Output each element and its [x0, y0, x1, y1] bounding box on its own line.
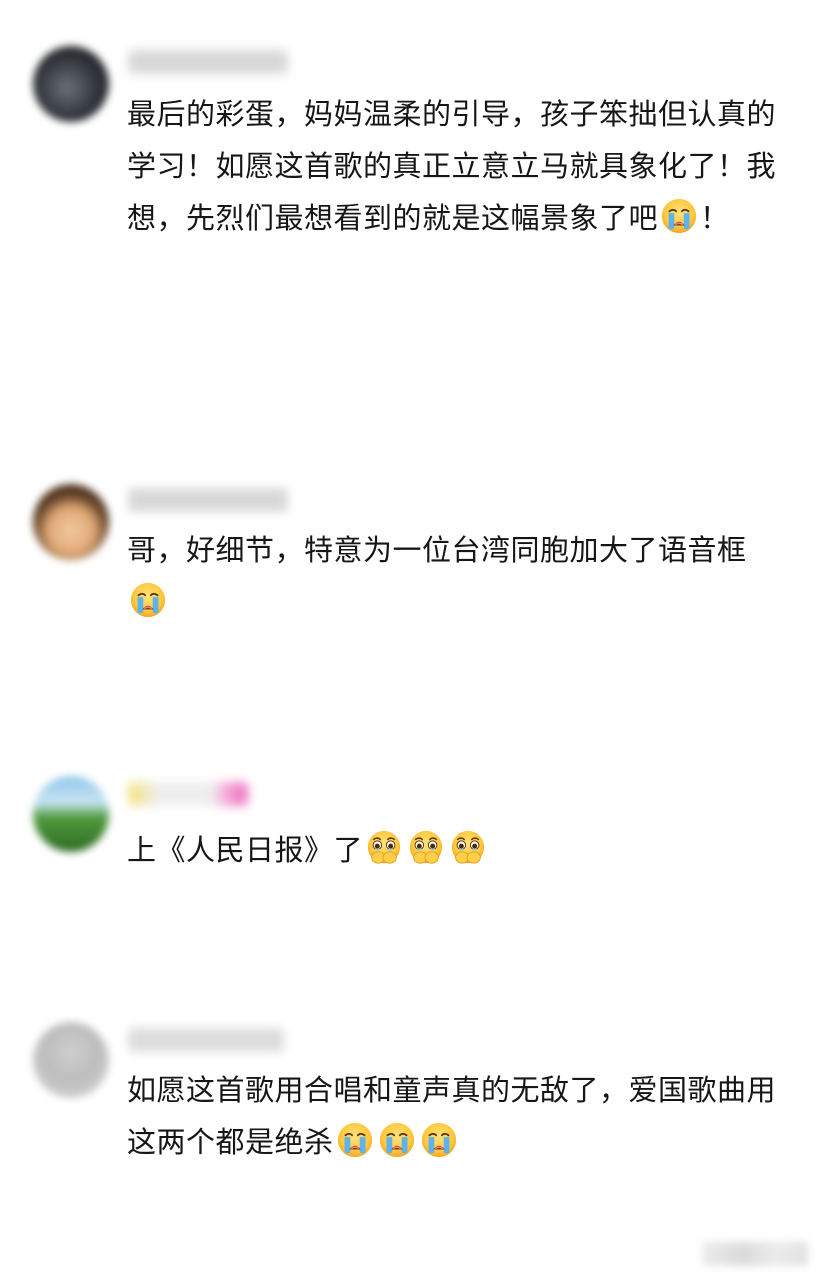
watermark	[702, 1242, 808, 1266]
avatar[interactable]	[33, 46, 109, 122]
comment-text: 上《人民日报》了	[127, 824, 787, 876]
username-redacted[interactable]	[128, 488, 288, 512]
comment-suffix: ！	[700, 201, 730, 235]
comment-body: 哥，好细节，特意为一位台湾同胞加大了语音框	[127, 533, 747, 567]
comment-body: 上《人民日报》了	[127, 833, 364, 867]
face-holding-back-tears-icon	[365, 829, 403, 867]
loudly-crying-face-icon	[420, 1121, 458, 1159]
loudly-crying-face-icon	[129, 581, 167, 619]
comment-text: 哥，好细节，特意为一位台湾同胞加大了语音框	[127, 524, 787, 628]
avatar[interactable]	[33, 776, 109, 852]
face-holding-back-tears-icon	[407, 829, 445, 867]
comment-text: 如愿这首歌用合唱和童声真的无敌了，爱国歌曲用这两个都是绝杀	[127, 1064, 787, 1168]
loudly-crying-face-icon	[660, 197, 698, 235]
username-redacted[interactable]	[128, 1028, 284, 1052]
username-redacted[interactable]	[128, 782, 248, 806]
face-holding-back-tears-icon	[449, 829, 487, 867]
username-redacted[interactable]	[128, 50, 288, 74]
avatar[interactable]	[33, 484, 109, 560]
loudly-crying-face-icon	[378, 1121, 416, 1159]
comment-text: 最后的彩蛋，妈妈温柔的引导，孩子笨拙但认真的学习！如愿这首歌的真正立意立马就具象…	[127, 88, 787, 244]
loudly-crying-face-icon	[336, 1121, 374, 1159]
avatar[interactable]	[33, 1022, 109, 1098]
